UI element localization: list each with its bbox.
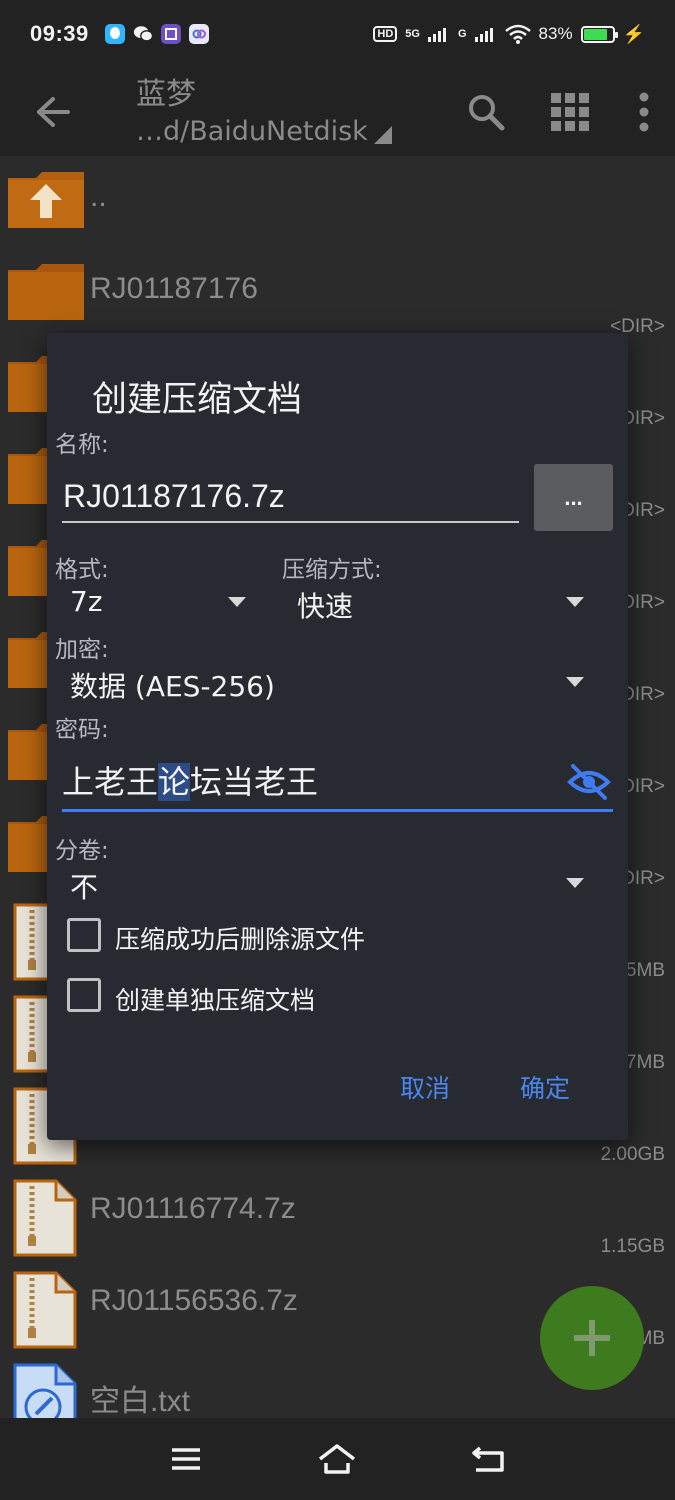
status-indicators: HD 5G G 83% ⚡ (373, 24, 645, 45)
app2-icon (188, 24, 209, 44)
encryption-label: 加密: (55, 637, 109, 663)
path-selector[interactable]: …d/BaiduNetdisk (136, 115, 392, 149)
signal-bars-icon (427, 28, 446, 42)
grid-view-button[interactable] (535, 77, 605, 147)
file-name: 空白.txt (90, 1385, 191, 1418)
chevron-down-icon (566, 677, 584, 687)
archive-name-input[interactable]: RJ01187176.7z (62, 473, 519, 523)
chevron-down-icon (566, 597, 584, 607)
file-name: .. (90, 180, 107, 213)
compression-method-label: 压缩方式: (282, 557, 382, 583)
browse-button[interactable]: ... (534, 464, 613, 531)
more-options-button[interactable] (619, 77, 669, 147)
file-row[interactable]: RJ01187176 <DIR> (0, 252, 675, 344)
signal-bars-icon (474, 28, 493, 42)
file-row[interactable]: RJ01116774.7z 1.15GB (0, 1172, 675, 1264)
chevron-down-icon (566, 878, 584, 888)
path-dropdown-icon (373, 126, 392, 144)
separate-archive-label: 创建单独压缩文档 (115, 986, 316, 1015)
compression-method-value: 快速 (297, 590, 354, 623)
wifi-icon (504, 24, 531, 44)
file-name: RJ01156536.7z (90, 1284, 298, 1317)
dialog-title: 创建压缩文档 (92, 380, 303, 420)
wechat-icon (133, 24, 153, 44)
search-icon (469, 95, 505, 131)
split-value: 不 (70, 871, 99, 904)
return-icon (472, 1446, 504, 1472)
arrow-left-icon (37, 97, 70, 127)
folder-icon (6, 262, 86, 332)
path-label: …d/BaiduNetdisk (136, 116, 368, 147)
battery-icon (580, 25, 618, 43)
add-button[interactable] (540, 1286, 644, 1390)
status-bar: 09:39 HD 5G G 83% ⚡ (0, 0, 675, 68)
password-text-after: 坛当老王 (190, 763, 319, 801)
folder-up-icon (6, 170, 86, 240)
home-icon (319, 1444, 356, 1474)
password-label: 密码: (55, 717, 109, 743)
parent-directory-row[interactable]: .. (0, 160, 675, 252)
app-title: 蓝梦 (136, 77, 196, 112)
app-icon (160, 24, 181, 44)
battery-fill (583, 28, 607, 40)
status-time: 09:39 (30, 21, 89, 46)
encryption-value: 数据 (AES-256) (70, 670, 275, 703)
qq-icon (104, 24, 125, 44)
signal-g-label: G (457, 28, 467, 40)
file-name: RJ01187176 (90, 272, 258, 305)
format-select[interactable]: 7z (62, 581, 252, 623)
back-nav-button[interactable] (459, 1429, 519, 1489)
back-button[interactable] (18, 77, 88, 147)
charging-icon: ⚡ (622, 23, 645, 44)
menu-button[interactable] (156, 1429, 216, 1489)
plus-icon (574, 1320, 610, 1356)
archive-name-value: RJ01187176.7z (63, 478, 285, 514)
hd-badge: HD (373, 26, 398, 42)
encryption-select[interactable]: 数据 (AES-256) (62, 661, 594, 705)
grid-icon (551, 93, 589, 131)
eye-off-icon (567, 764, 611, 800)
file-name: RJ01116774.7z (90, 1192, 296, 1225)
app-bar: 蓝梦 …d/BaiduNetdisk (0, 68, 675, 156)
cancel-button[interactable]: 取消 (400, 1069, 450, 1105)
name-label: 名称: (55, 432, 109, 458)
create-archive-dialog: 创建压缩文档 名称: RJ01187176.7z ... 格式: 压缩方式: 7… (47, 333, 628, 1140)
password-text-before: 上老王 (62, 763, 159, 801)
compression-method-select[interactable]: 快速 (289, 581, 594, 623)
archive-file-icon (12, 1270, 92, 1349)
split-select[interactable]: 不 (62, 862, 594, 906)
file-info: 1.15GB (600, 1236, 665, 1257)
separate-archive-checkbox[interactable] (67, 978, 101, 1012)
toggle-password-visibility-button[interactable] (567, 762, 611, 802)
title-block: 蓝梦 …d/BaiduNetdisk (136, 75, 392, 149)
search-button[interactable] (451, 77, 521, 147)
archive-file-icon (12, 1178, 92, 1257)
file-info: 2.00GB (600, 1144, 665, 1165)
more-vert-icon (639, 92, 649, 132)
system-nav-bar (0, 1418, 675, 1500)
format-value: 7z (70, 585, 103, 618)
notification-icons (104, 24, 209, 44)
delete-source-checkbox[interactable] (67, 918, 101, 952)
signal-5g-label: 5G (405, 28, 420, 40)
split-label: 分卷: (55, 838, 109, 864)
ok-button[interactable]: 确定 (520, 1069, 570, 1105)
home-button[interactable] (307, 1429, 367, 1489)
menu-icon (171, 1448, 200, 1470)
battery-percent: 83% (538, 24, 573, 43)
password-text-selected: 论 (158, 763, 191, 801)
delete-source-label: 压缩成功后删除源文件 (115, 925, 366, 954)
app-actions (451, 77, 675, 147)
chevron-down-icon (228, 597, 246, 607)
format-label: 格式: (55, 557, 109, 583)
password-input[interactable]: 上老王论坛当老王 (62, 758, 613, 812)
